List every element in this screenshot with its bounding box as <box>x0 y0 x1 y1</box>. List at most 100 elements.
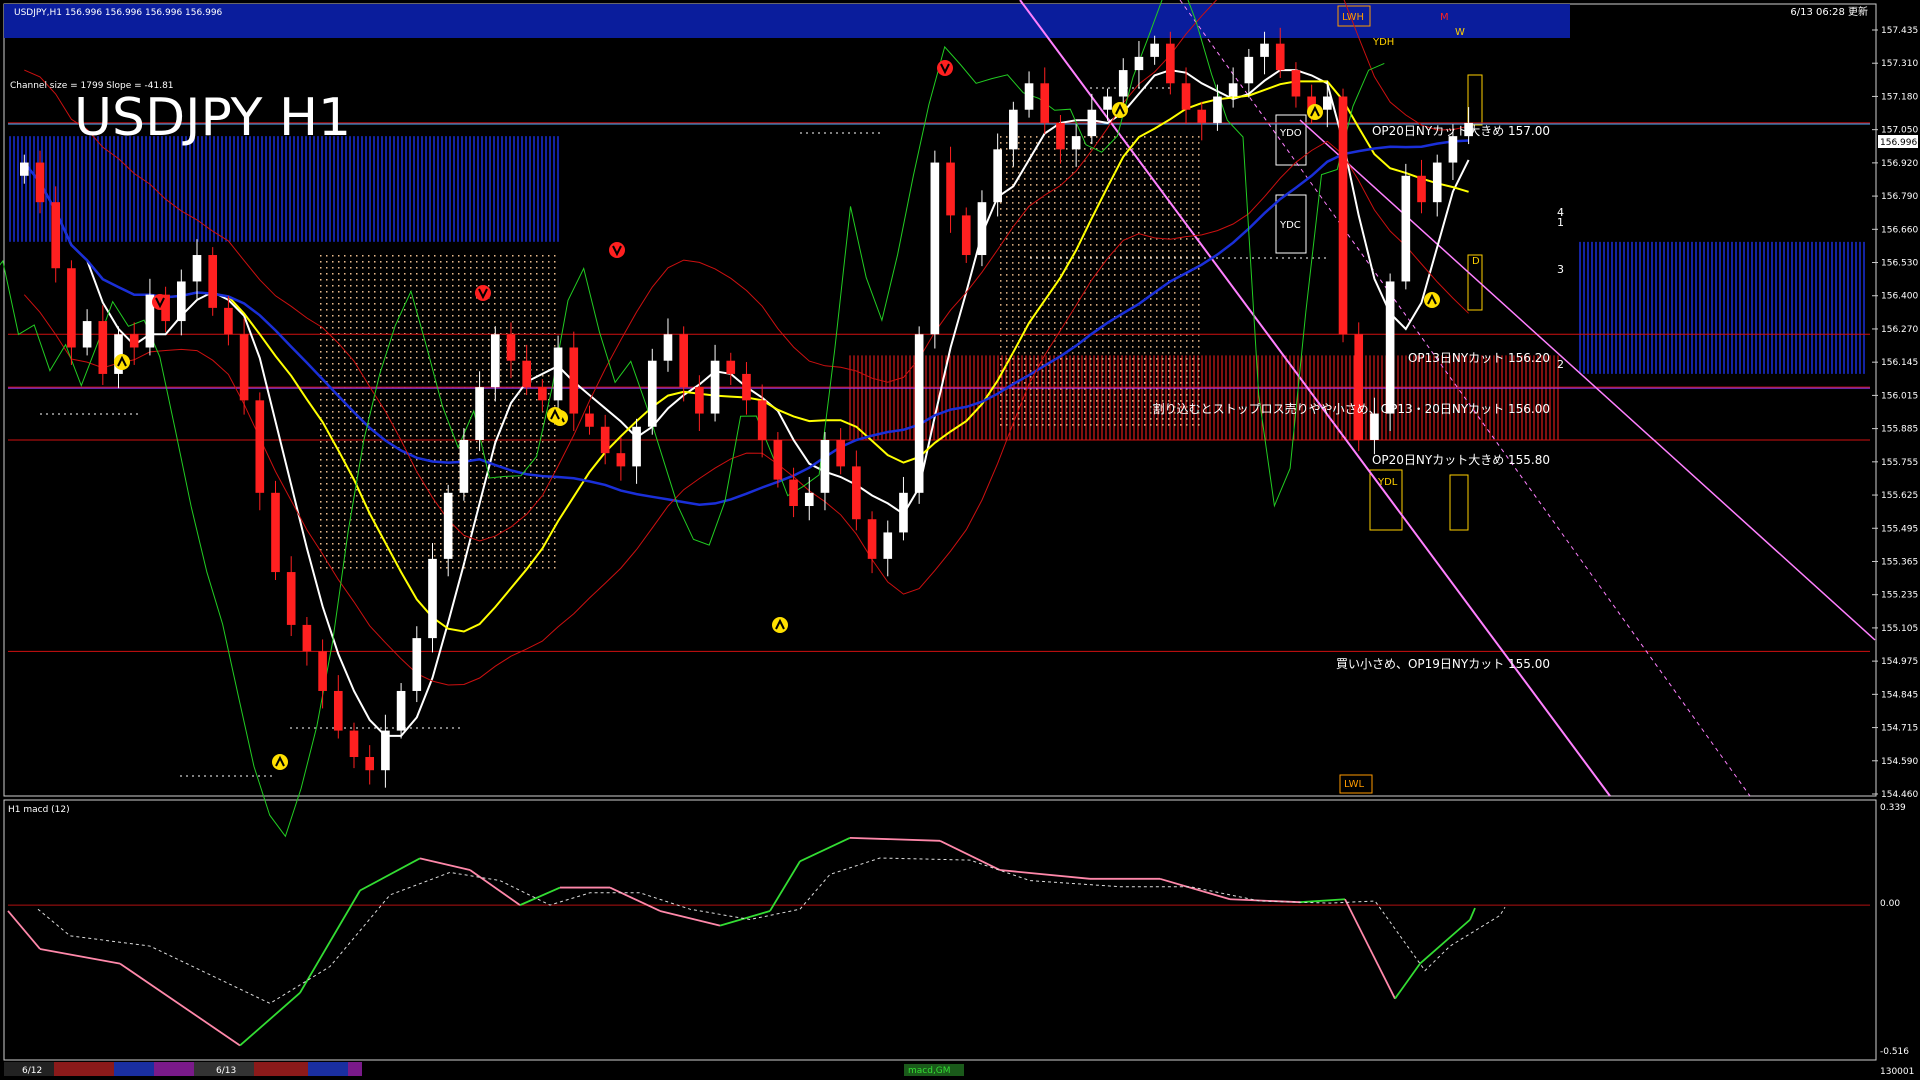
kumo-dot <box>1192 220 1194 222</box>
kumo-dot <box>428 495 430 497</box>
kumo-dot <box>1120 190 1122 192</box>
kumo-dot <box>344 339 346 341</box>
kumo-dot <box>506 507 508 509</box>
kumo-dot <box>374 441 376 443</box>
kumo-dot <box>548 519 550 521</box>
kumo-dot <box>1018 346 1020 348</box>
kumo-dot <box>464 423 466 425</box>
kumo-dot <box>488 429 490 431</box>
kumo-dot <box>452 369 454 371</box>
kumo-dot <box>470 321 472 323</box>
kumo-dot <box>1156 274 1158 276</box>
kumo-dot <box>494 459 496 461</box>
kumo-dot <box>1108 244 1110 246</box>
kumo-dot <box>452 399 454 401</box>
kumo-dot <box>368 267 370 269</box>
kumo-dot <box>338 321 340 323</box>
kumo-dot <box>1060 172 1062 174</box>
kumo-dot <box>1150 382 1152 384</box>
kumo-dot <box>428 267 430 269</box>
candle-body <box>946 162 955 216</box>
kumo-dot <box>1054 208 1056 210</box>
kumo-dot <box>1174 292 1176 294</box>
kumo-dot <box>440 501 442 503</box>
kumo-dot <box>1024 244 1026 246</box>
kumo-dot <box>422 297 424 299</box>
kumo-dot <box>542 447 544 449</box>
kumo-dot <box>422 549 424 551</box>
kumo-dot <box>536 267 538 269</box>
kumo-dot <box>428 423 430 425</box>
kumo-dot <box>500 309 502 311</box>
kumo-dot <box>482 267 484 269</box>
kumo-dot <box>1078 394 1080 396</box>
kumo-dot <box>1168 316 1170 318</box>
kumo-dot <box>1030 364 1032 366</box>
kumo-dot <box>548 501 550 503</box>
kumo-dot <box>1024 232 1026 234</box>
kumo-dot <box>488 423 490 425</box>
kumo-dot <box>554 537 556 539</box>
candle-body <box>176 281 186 322</box>
kumo-dot <box>380 447 382 449</box>
kumo-dot <box>1102 346 1104 348</box>
kumo-dot <box>320 261 322 263</box>
kumo-dot <box>1030 136 1032 138</box>
kumo-dot <box>1132 412 1134 414</box>
kumo-dot <box>1168 154 1170 156</box>
kumo-dot <box>440 363 442 365</box>
kumo-dot <box>320 507 322 509</box>
kumo-dot <box>1042 310 1044 312</box>
channel-number-3: 3 <box>1557 263 1564 276</box>
kumo-dot <box>458 405 460 407</box>
candle-body <box>773 439 783 480</box>
kumo-dot <box>1030 340 1032 342</box>
kumo-dot <box>530 327 532 329</box>
kumo-dot <box>1138 322 1140 324</box>
price-tick-label: 154.845 <box>1881 690 1918 700</box>
kumo-dot <box>1024 280 1026 282</box>
kumo-dot <box>476 369 478 371</box>
kumo-dot <box>374 405 376 407</box>
kumo-dot <box>1000 412 1002 414</box>
bottom-tab[interactable]: macd,GM <box>908 1066 951 1076</box>
kumo-dot <box>1060 370 1062 372</box>
kumo-dot <box>536 507 538 509</box>
kumo-dot <box>1048 208 1050 210</box>
kumo-dot <box>404 393 406 395</box>
kumo-dot <box>386 501 388 503</box>
kumo-dot <box>428 261 430 263</box>
kumo-dot <box>452 477 454 479</box>
kumo-dot <box>350 267 352 269</box>
kumo-dot <box>422 537 424 539</box>
kumo-dot <box>1126 196 1128 198</box>
kumo-dot <box>458 567 460 569</box>
kumo-dot <box>344 453 346 455</box>
kumo-dot <box>1030 346 1032 348</box>
candle-body <box>930 162 940 335</box>
kumo-dot <box>392 525 394 527</box>
kumo-dot <box>1108 304 1110 306</box>
kumo-dot <box>1006 274 1008 276</box>
candle-body <box>632 426 641 467</box>
kumo-dot <box>530 489 532 491</box>
kumo-dot <box>1174 418 1176 420</box>
kumo-dot <box>452 471 454 473</box>
kumo-dot <box>1090 352 1092 354</box>
kumo-dot <box>1024 142 1026 144</box>
kumo-dot <box>320 357 322 359</box>
kumo-dot <box>1090 256 1092 258</box>
kumo-dot <box>1198 244 1200 246</box>
kumo-dot <box>1168 424 1170 426</box>
kumo-dot <box>350 567 352 569</box>
kumo-dot <box>1024 190 1026 192</box>
kumo-dot <box>1186 382 1188 384</box>
kumo-dot <box>1102 376 1104 378</box>
kumo-dot <box>1192 382 1194 384</box>
kumo-dot <box>344 261 346 263</box>
kumo-dot <box>1114 256 1116 258</box>
kumo-dot <box>512 459 514 461</box>
kumo-dot <box>326 321 328 323</box>
kumo-dot <box>1000 142 1002 144</box>
candle-body <box>600 426 610 454</box>
